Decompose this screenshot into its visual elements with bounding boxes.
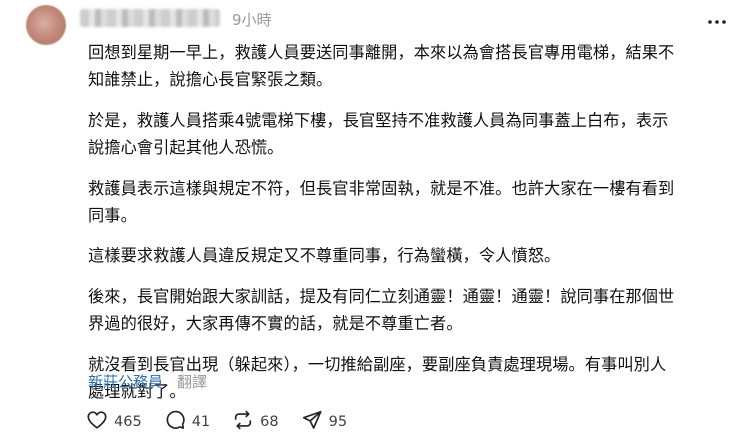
share-button[interactable]: 95 <box>301 409 347 435</box>
like-button[interactable]: 465 <box>86 409 142 435</box>
action-bar: 465 41 68 95 <box>86 410 369 434</box>
username-blurred[interactable] <box>80 9 220 27</box>
repost-button[interactable]: 68 <box>232 409 279 435</box>
more-horizontal-icon <box>707 10 727 29</box>
repost-icon <box>232 409 254 435</box>
avatar[interactable] <box>26 5 66 45</box>
post-paragraph: 後來，長官開始跟大家訓話，提及有同仁立刻通靈！通靈！通靈！說同事在那個世 界過的… <box>88 287 675 333</box>
post-paragraph: 這樣要求救護人員違反規定又不尊重同事，行為蠻橫，令人憤怒。 <box>88 246 561 265</box>
comment-bubble-icon <box>164 409 186 435</box>
post-paragraph: 回想到星期一早上，救護人員要送同事離開，本來以為會搭長官專用電梯，結果不 知誰禁… <box>88 43 675 89</box>
post-paragraph: 救護員表示這樣與規定不符，但長官非常固執，就是不准。也許大家在一樓有看到 同事。 <box>88 179 675 225</box>
tag-row: 新莊公務員 翻譯 <box>88 371 207 393</box>
thread-post: 9小時 回想到星期一早上，救護人員要送同事離開，本來以為會搭長官專用電梯，結果不… <box>0 0 750 442</box>
post-body: 回想到星期一早上，救護人員要送同事離開，本來以為會搭長官專用電梯，結果不 知誰禁… <box>88 39 724 419</box>
heart-icon <box>86 409 108 435</box>
translate-button[interactable]: 翻譯 <box>177 371 207 393</box>
like-count: 465 <box>114 414 142 430</box>
reply-count: 41 <box>191 414 211 430</box>
share-count: 95 <box>328 414 348 430</box>
send-icon <box>301 409 323 435</box>
repost-count: 68 <box>260 414 279 430</box>
reply-button[interactable]: 41 <box>164 409 210 435</box>
timestamp: 9小時 <box>232 11 272 29</box>
topic-tag-link[interactable]: 新莊公務員 <box>88 371 163 393</box>
more-options-button[interactable] <box>704 9 730 29</box>
post-paragraph: 於是，救護人員搭乘4號電梯下樓，長官堅持不准救護人員為同事蓋上白布，表示 說擔心… <box>88 111 669 157</box>
